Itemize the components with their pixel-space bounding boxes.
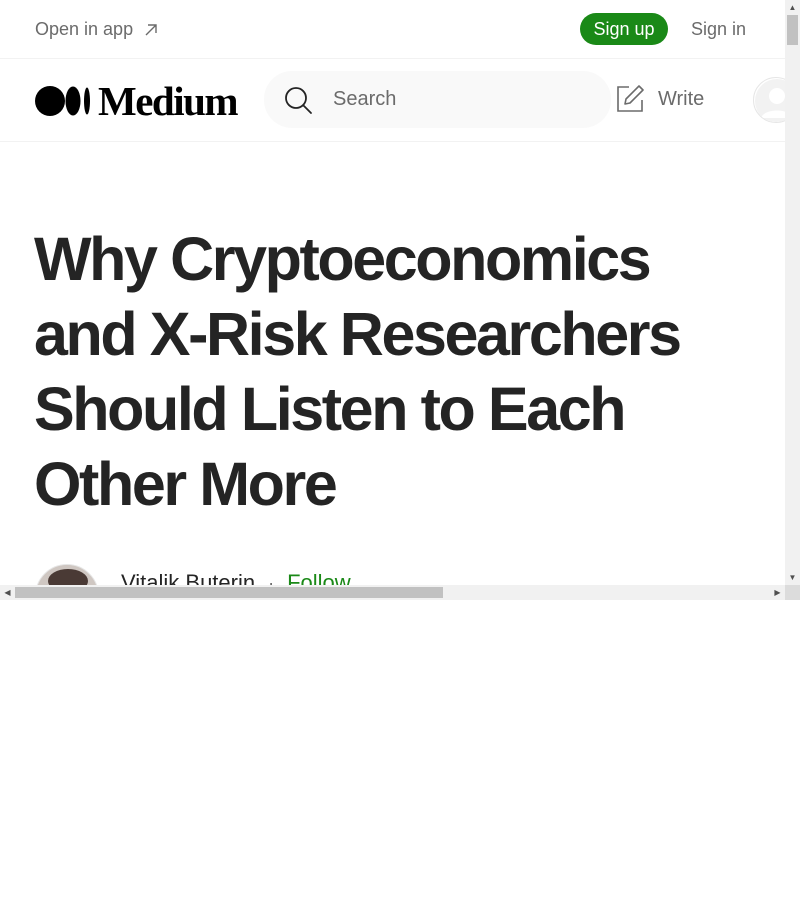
write-icon [617,85,644,112]
site-header: Medium Write [0,59,785,142]
scroll-down-arrow-icon[interactable]: ▼ [785,570,800,585]
arrow-up-right-icon [145,23,157,35]
browser-viewport: Open in app Sign up Sign in Medium Searc… [0,0,800,600]
user-avatar-button[interactable] [753,77,785,123]
medium-logo-mark-icon [35,86,90,116]
vertical-scrollbar[interactable]: ▲ ▼ [785,0,800,585]
author-name[interactable]: Vitalik Buterin [121,570,255,585]
open-in-app-link[interactable]: Open in app [35,19,159,40]
search-box[interactable] [264,71,611,128]
medium-article-page: Open in app Sign up Sign in Medium Searc… [0,0,785,585]
search-input[interactable] [333,88,573,111]
author-avatar[interactable] [35,564,99,585]
user-avatar-icon [755,79,785,122]
scroll-up-arrow-icon[interactable]: ▲ [785,0,800,15]
horizontal-scrollbar[interactable]: ◀ ▶ [0,585,785,600]
scroll-right-arrow-icon[interactable]: ▶ [770,585,785,600]
scroll-left-arrow-icon[interactable]: ◀ [0,585,15,600]
medium-logo-text: Medium [98,78,239,124]
separator-dot: · [268,572,275,586]
medium-logo[interactable]: Medium [35,78,239,124]
write-label: Write [658,87,705,110]
vertical-scrollbar-thumb[interactable] [787,15,798,45]
follow-button[interactable]: Follow [287,570,351,585]
top-banner: Open in app Sign up Sign in [0,0,785,59]
sign-up-button[interactable]: Sign up [580,13,668,45]
article-title: Why Cryptoeconomics and X-Risk Researche… [34,225,682,518]
sign-in-link[interactable]: Sign in [691,19,746,40]
author-row: Vitalik Buterin · Follow [35,564,351,585]
write-button[interactable]: Write [614,83,704,115]
search-icon [285,86,312,114]
author-photo-icon [36,565,98,585]
open-in-app-label: Open in app [35,19,134,39]
scrollbar-corner [785,585,800,600]
horizontal-scrollbar-thumb[interactable] [15,587,443,598]
